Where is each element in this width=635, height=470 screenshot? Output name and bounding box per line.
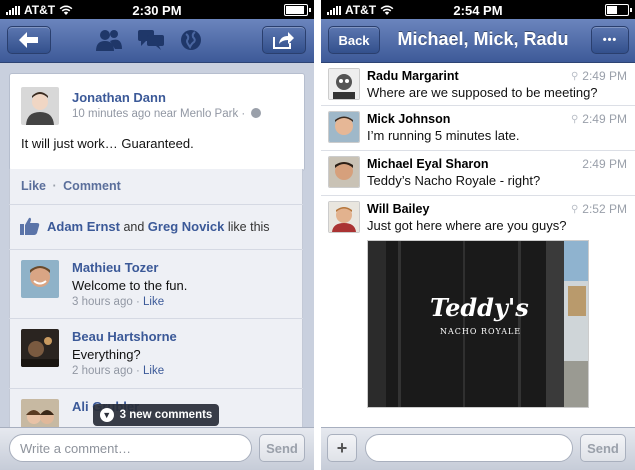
message-text: Just got here where are you guys? bbox=[367, 218, 567, 233]
comment-sep: · bbox=[135, 365, 140, 377]
liker-name[interactable]: Greg Novick bbox=[148, 219, 225, 234]
message-time-label: 2:52 PM bbox=[582, 202, 627, 216]
globe-small-icon bbox=[251, 108, 262, 118]
facebook-post-screen: AT&T 2:30 PM Jonathan Dann 10 minutes ag… bbox=[0, 0, 314, 470]
chevron-down-icon: ▼ bbox=[99, 408, 114, 422]
comment-link[interactable]: Comment bbox=[63, 179, 121, 193]
photo-sign-subtext: NACHO ROYALE bbox=[440, 327, 522, 336]
likes-suffix: like this bbox=[227, 220, 270, 234]
comment-item: Beau Hartshorne Everything? 2 hours ago … bbox=[9, 319, 303, 388]
screenshot-pair: AT&T 2:30 PM Jonathan Dann 10 minutes ag… bbox=[0, 0, 635, 470]
avatar[interactable] bbox=[328, 156, 360, 188]
avatar[interactable] bbox=[21, 329, 59, 367]
comment-time: 3 hours ago bbox=[72, 296, 133, 308]
location-pin-icon: ⚲ bbox=[570, 113, 579, 125]
comment-text: Welcome to the fun. bbox=[72, 278, 188, 293]
photo-sign-text: Teddy's bbox=[430, 293, 529, 322]
location-pin-icon: ⚲ bbox=[570, 70, 579, 82]
comment-item: Mathieu Tozer Welcome to the fun. 3 hour… bbox=[9, 250, 303, 318]
message-text: I’m running 5 minutes late. bbox=[367, 128, 520, 143]
comment-like-link[interactable]: Like bbox=[143, 296, 164, 308]
clock: 2:30 PM bbox=[132, 3, 182, 18]
comment-author[interactable]: Beau Hartshorne bbox=[72, 329, 177, 344]
attached-photo[interactable]: Teddy's NACHO ROYALE bbox=[367, 240, 589, 408]
thumbs-up-icon bbox=[20, 217, 40, 235]
back-arrow-icon bbox=[19, 32, 38, 48]
post-actions: Like · Comment bbox=[9, 169, 303, 204]
post-meta: 10 minutes ago near Menlo Park · bbox=[72, 108, 262, 120]
comment-meta: 2 hours ago · Like bbox=[72, 365, 164, 377]
comment-time: 2 hours ago bbox=[72, 365, 133, 377]
messages-icon[interactable] bbox=[138, 29, 164, 51]
battery-icon bbox=[605, 4, 632, 16]
new-comments-pill[interactable]: ▼ 3 new comments bbox=[93, 404, 219, 426]
message-time: ⚲ 2:49 PM bbox=[571, 69, 627, 83]
back-button[interactable]: Back bbox=[328, 26, 380, 54]
friends-icon[interactable] bbox=[96, 29, 122, 51]
nav-bar bbox=[0, 19, 314, 63]
globe-icon[interactable] bbox=[180, 29, 202, 51]
conversation-title: Michael, Mick, Radu bbox=[397, 29, 569, 49]
message-item: Mick Johnson ⚲ 2:49 PM I’m running 5 minu… bbox=[321, 106, 635, 151]
clock: 2:54 PM bbox=[453, 3, 503, 18]
message-time: ⚲ 2:52 PM bbox=[571, 202, 627, 216]
avatar[interactable] bbox=[328, 111, 360, 143]
comment-author[interactable]: Mathieu Tozer bbox=[72, 260, 158, 275]
liker-name[interactable]: Adam Ernst bbox=[47, 219, 120, 234]
message-input[interactable] bbox=[365, 434, 573, 462]
add-attachment-button[interactable]: + bbox=[327, 434, 357, 462]
comment-composer: Write a comment… Send bbox=[0, 427, 314, 470]
message-time-label: 2:49 PM bbox=[582, 69, 627, 83]
avatar[interactable] bbox=[21, 87, 59, 125]
avatar[interactable] bbox=[328, 68, 360, 100]
status-bar: AT&T 2:30 PM bbox=[0, 0, 314, 19]
location-pin-icon: ⚲ bbox=[570, 203, 579, 215]
message-sender[interactable]: Mick Johnson bbox=[367, 112, 450, 126]
message-text: Where are we supposed to be meeting? bbox=[367, 85, 598, 100]
share-button[interactable] bbox=[262, 26, 306, 54]
message-sender[interactable]: Michael Eyal Sharon bbox=[367, 157, 489, 171]
avatar[interactable] bbox=[328, 201, 360, 233]
battery-icon bbox=[284, 4, 311, 16]
message-time: ⚲ 2:49 PM bbox=[571, 112, 627, 126]
nav-bar: Back Michael, Mick, Radu ••• bbox=[321, 19, 635, 63]
avatar[interactable] bbox=[21, 399, 59, 429]
back-button[interactable] bbox=[7, 26, 51, 54]
action-separator: · bbox=[52, 179, 57, 193]
comment-like-link[interactable]: Like bbox=[143, 365, 164, 377]
likes-and: and bbox=[123, 220, 145, 234]
message-sender[interactable]: Will Bailey bbox=[367, 202, 429, 216]
post-meta-text: 10 minutes ago near Menlo Park · bbox=[72, 108, 246, 120]
nav-icons bbox=[96, 29, 202, 51]
comment-sep: · bbox=[135, 296, 140, 308]
message-composer: + Send bbox=[321, 427, 635, 470]
message-text: Teddy’s Nacho Royale - right? bbox=[367, 173, 541, 188]
comment-input[interactable]: Write a comment… bbox=[9, 434, 252, 462]
share-icon bbox=[273, 32, 294, 49]
comment-meta: 3 hours ago · Like bbox=[72, 296, 164, 308]
send-button[interactable]: Send bbox=[259, 434, 305, 462]
likes-row: Adam Ernst and Greg Novick like this bbox=[9, 205, 303, 249]
comment-text: Everything? bbox=[72, 347, 141, 362]
post-text: It will just work… Guaranteed. bbox=[21, 136, 194, 151]
like-link[interactable]: Like bbox=[21, 179, 46, 193]
message-time: 2:49 PM bbox=[582, 157, 627, 171]
status-bar: AT&T 2:54 PM bbox=[321, 0, 635, 19]
message-time-label: 2:49 PM bbox=[582, 157, 627, 171]
message-item: Michael Eyal Sharon 2:49 PM Teddy’s Nach… bbox=[321, 151, 635, 196]
message-time-label: 2:49 PM bbox=[582, 112, 627, 126]
post-author[interactable]: Jonathan Dann bbox=[72, 90, 166, 105]
message-item: Radu Margarint ⚲ 2:49 PM Where are we sup… bbox=[321, 63, 635, 106]
post-card: Jonathan Dann 10 minutes ago near Menlo … bbox=[9, 73, 305, 171]
send-button[interactable]: Send bbox=[580, 434, 626, 462]
new-comments-label: 3 new comments bbox=[119, 409, 213, 421]
message-sender[interactable]: Radu Margarint bbox=[367, 69, 459, 83]
avatar[interactable] bbox=[21, 260, 59, 298]
more-button[interactable]: ••• bbox=[591, 26, 629, 54]
messages-screen: AT&T 2:54 PM Back Michael, Mick, Radu ••… bbox=[321, 0, 635, 470]
